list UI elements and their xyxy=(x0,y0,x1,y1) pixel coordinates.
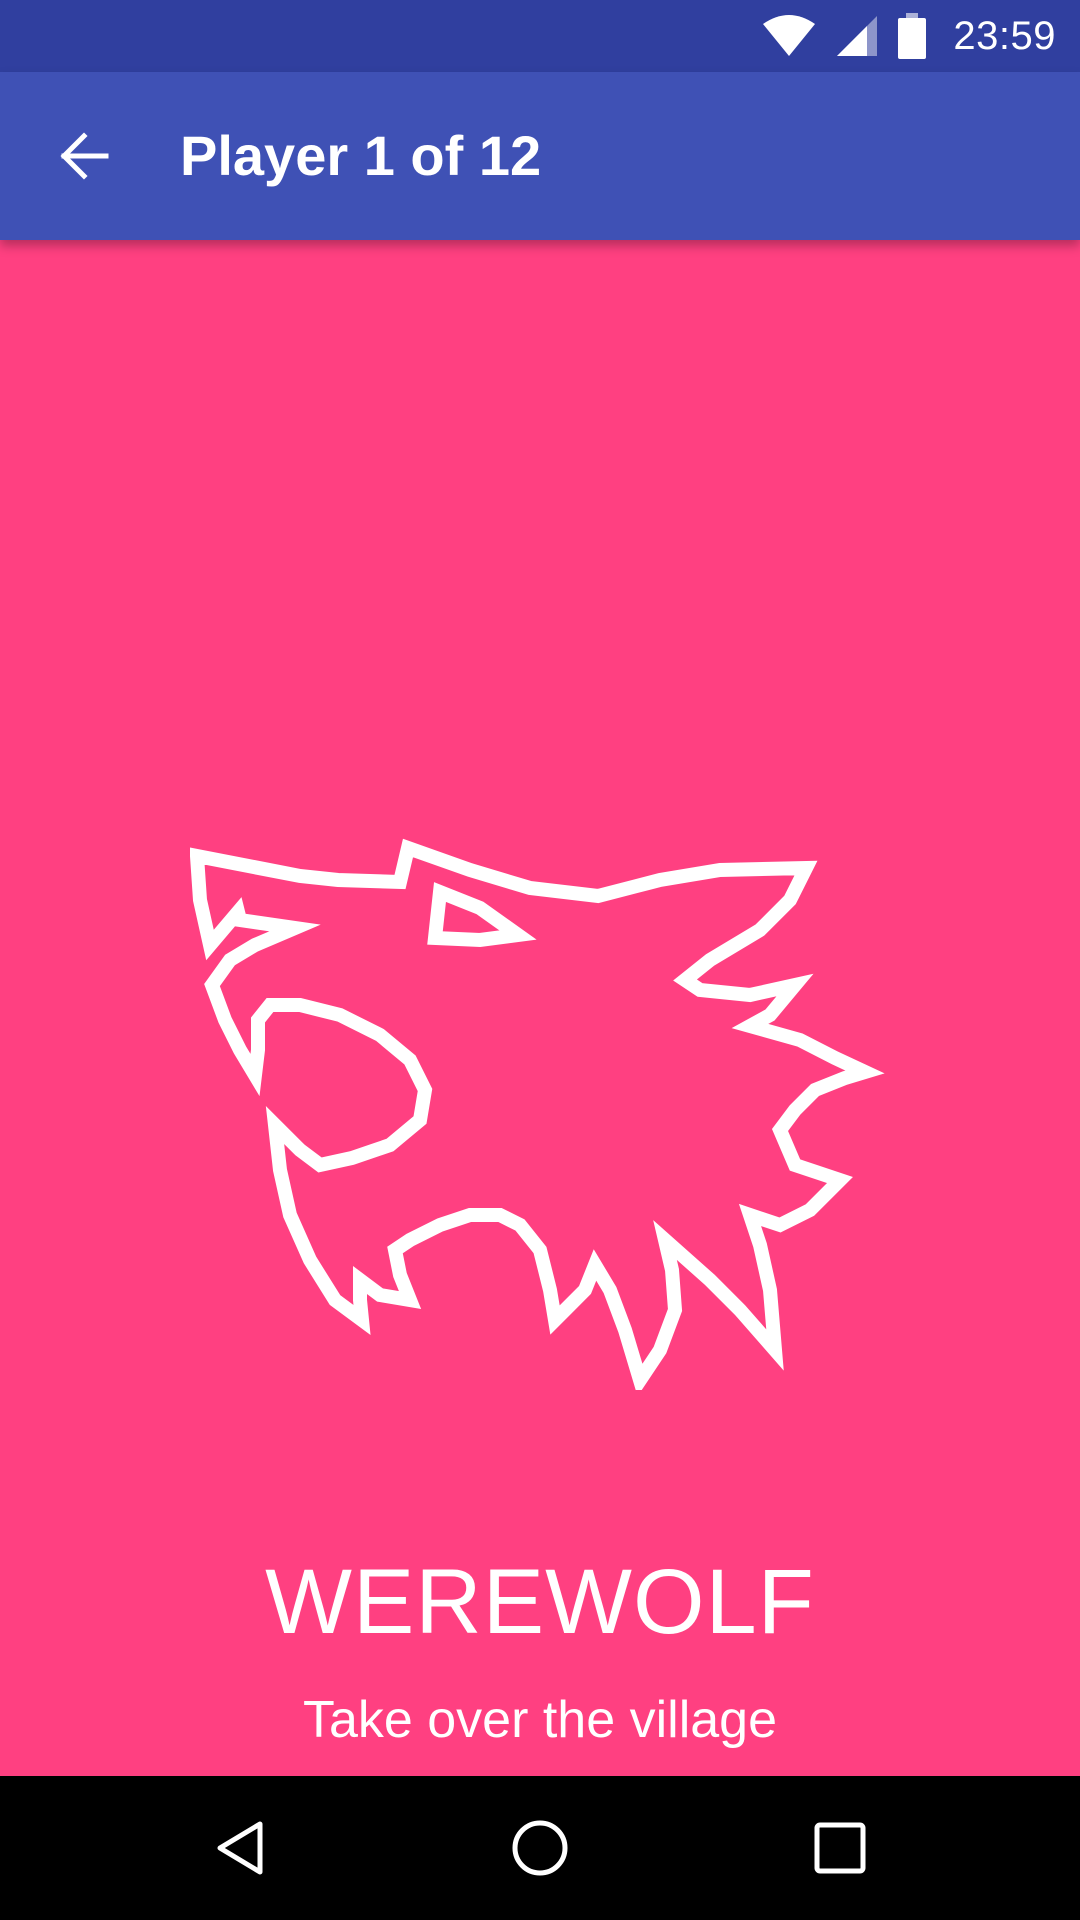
back-button[interactable] xyxy=(36,108,132,204)
cell-signal-icon xyxy=(837,16,878,56)
status-icons: 23:59 xyxy=(761,0,1056,72)
nav-back-button[interactable] xyxy=(190,1798,290,1898)
page-title: Player 1 of 12 xyxy=(180,124,542,187)
navigation-bar xyxy=(0,1776,1080,1920)
battery-icon xyxy=(898,13,927,59)
nav-home-button[interactable] xyxy=(490,1798,590,1898)
home-circle-icon xyxy=(512,1820,568,1876)
role-reveal-screen: 23:59 Player 1 of 12 WEREWOLF Take over … xyxy=(0,0,1080,1920)
role-card: WEREWOLF Take over the village xyxy=(0,240,1080,1776)
role-description: Take over the village xyxy=(302,1691,778,1749)
arrow-back-icon xyxy=(60,132,109,180)
nav-recents-button[interactable] xyxy=(790,1798,890,1898)
werewolf-icon xyxy=(190,838,885,1390)
back-triangle-icon xyxy=(217,1821,263,1875)
recents-square-icon xyxy=(814,1822,866,1874)
role-name: WEREWOLF xyxy=(265,1551,815,1653)
status-bar: 23:59 xyxy=(0,0,1080,72)
status-time: 23:59 xyxy=(953,13,1056,58)
wifi-icon xyxy=(763,15,816,56)
app-bar: Player 1 of 12 xyxy=(0,72,1080,240)
